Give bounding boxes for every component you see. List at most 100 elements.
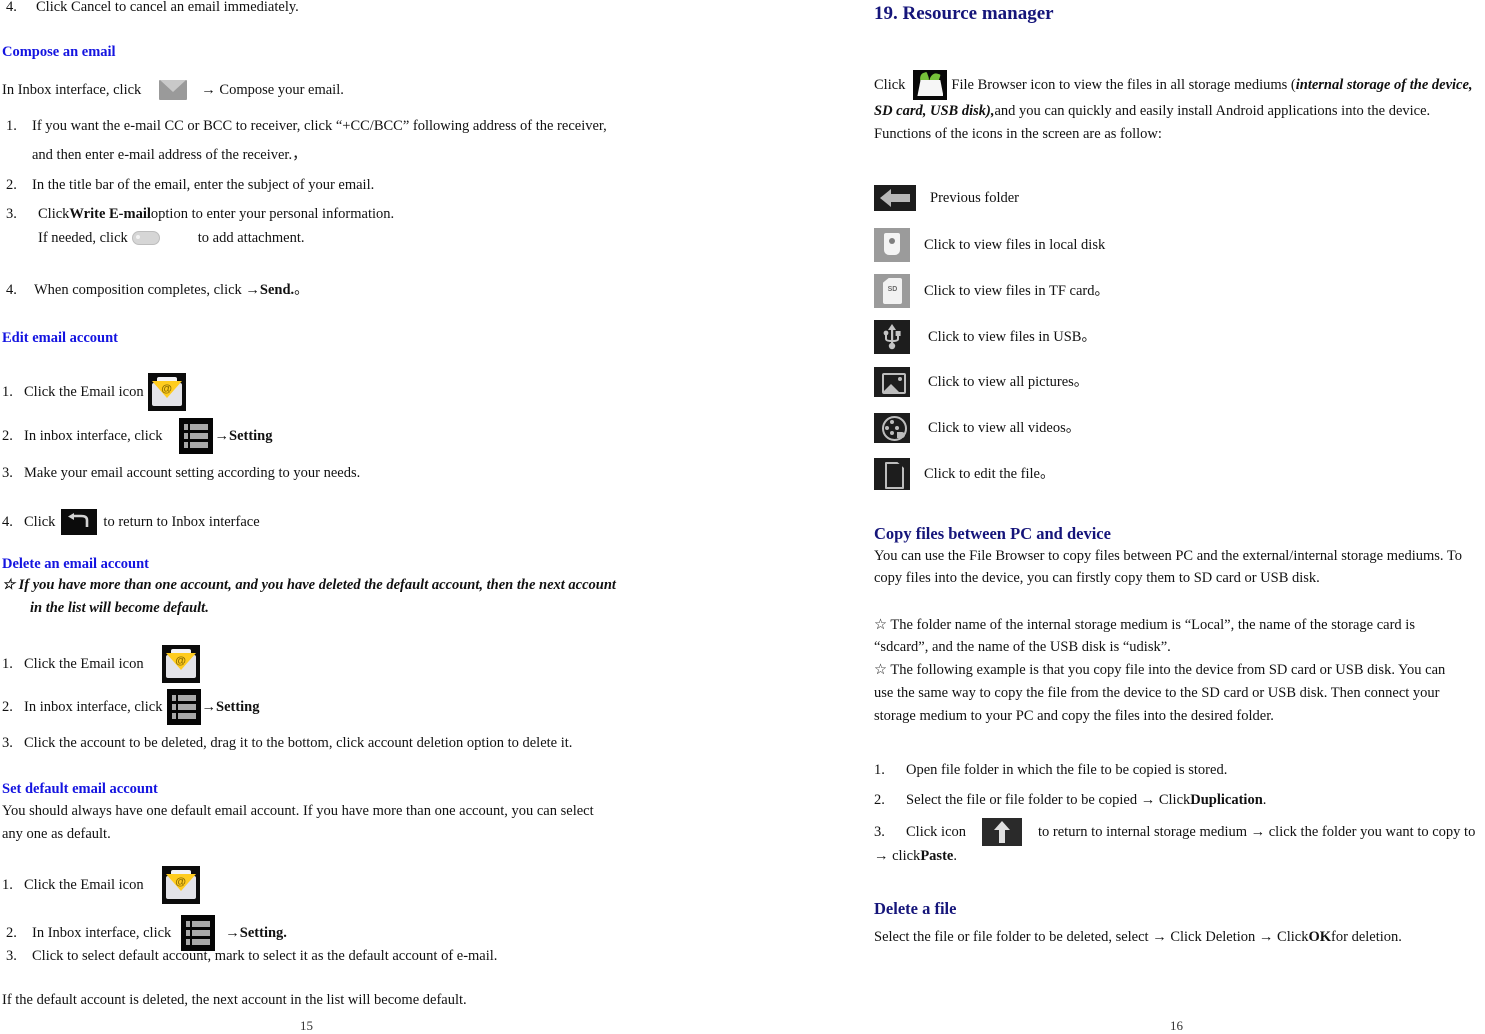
intro-line1: Click File Browser icon to view the file… xyxy=(874,70,1473,100)
paste-pre: → click xyxy=(874,848,921,864)
list-item: 1. Click the Email icon @ xyxy=(2,645,200,683)
icon-label: Click to view all pictures。 xyxy=(928,373,1089,390)
list-item: 4. When composition completes, click → S… xyxy=(6,283,309,298)
list-item: 3. Click icon to return to internal stor… xyxy=(874,818,1475,846)
list-number: 1. xyxy=(874,762,885,778)
ok-bold: OK xyxy=(1308,929,1332,945)
list-number: 3. xyxy=(2,465,13,481)
list-text: Click the Email icon xyxy=(24,383,144,400)
list-item: 3. Make your email account setting accor… xyxy=(2,466,360,481)
attachment-pre: If needed, click xyxy=(38,230,128,246)
set-default-closing: If the default account is deleted, the n… xyxy=(2,992,467,1008)
list-item: Click to edit the file。 xyxy=(874,458,1054,490)
list-number: 2. xyxy=(6,177,17,193)
list-text-pre: In Inbox interface, click xyxy=(32,924,172,941)
picture-icon xyxy=(874,367,910,397)
delete-file-para: Select the file or file folder to be del… xyxy=(874,930,1402,945)
copy-bullet1-line1: ☆ The folder name of the internal storag… xyxy=(874,617,1415,633)
email-app-icon: @ xyxy=(161,866,200,904)
list-text-post: . xyxy=(1262,792,1267,808)
list-number: 1. xyxy=(6,118,17,134)
set-default-para-line1: You should always have one default email… xyxy=(2,803,594,819)
page-number-left: 15 xyxy=(300,1018,313,1033)
list-item: 2. Select the file or file folder to be … xyxy=(874,793,1266,808)
list-item: 1. Click the Email icon @ xyxy=(2,373,186,411)
list-number: 4. xyxy=(6,282,17,298)
file-edit-icon xyxy=(874,458,910,490)
compose-intro-post: → Compose your email. xyxy=(201,81,344,98)
list-item: SD Click to view files in TF card。 xyxy=(874,274,1109,308)
list-number: 3. xyxy=(874,823,885,840)
delete-note-line1: ☆ If you have more than one account, and… xyxy=(2,577,616,593)
intro-mid: File Browser icon to view the files in a… xyxy=(951,76,1296,93)
envelope-compose-icon: + xyxy=(159,80,188,100)
list-number: 2. xyxy=(2,698,13,715)
copy-bullet2-line1: ☆ The following example is that you copy… xyxy=(874,662,1446,678)
heading-delete-a-file: Delete a file xyxy=(874,899,957,918)
email-app-icon: @ xyxy=(161,645,200,683)
list-item: 1. Open file folder in which the file to… xyxy=(874,763,1227,778)
list-text-post: 。 xyxy=(294,282,309,298)
copy-para-line1: You can use the File Browser to copy fil… xyxy=(874,548,1462,564)
menu-list-icon xyxy=(166,689,201,725)
right-page: 19. Resource manager Click File Browser … xyxy=(860,0,1485,1033)
list-item: 2. In Inbox interface, click →Setting. xyxy=(6,915,287,951)
compose-intro: In Inbox interface, click + → Compose yo… xyxy=(2,80,344,100)
menu-list-icon xyxy=(178,418,213,454)
local-disk-icon xyxy=(874,228,910,262)
list-text: Open file folder in which the file to be… xyxy=(906,762,1228,778)
setting-arrow-label: →Setting xyxy=(214,427,273,444)
list-number: 2. xyxy=(874,792,885,808)
list-item: 3. Click the account to be deleted, drag… xyxy=(2,736,572,751)
intro-post: and you can quickly and easily install A… xyxy=(994,103,1431,119)
list-text-pre: Select the file or file folder to be cop… xyxy=(906,792,1191,808)
menu-list-icon xyxy=(181,915,216,951)
copy-bullet1-line2: “sdcard”, and the name of the USB disk i… xyxy=(874,639,1171,655)
list-text-pre: Click icon xyxy=(906,823,967,840)
list-number: 4. xyxy=(2,513,13,530)
list-item: 4. Click to return to Inbox interface xyxy=(2,509,260,535)
list-text-cont: and then enter e-mail address of the rec… xyxy=(32,147,307,163)
list-text-pre: In inbox interface, click xyxy=(24,427,163,444)
list-number: 2. xyxy=(6,924,17,941)
list-number: 1. xyxy=(2,383,13,400)
back-arrow-icon xyxy=(61,509,98,535)
list-text: Click the Email icon xyxy=(24,655,144,672)
copy-para-line2: copy files into the device, you can firs… xyxy=(874,570,1320,586)
list-text: Click Cancel to cancel an email immediat… xyxy=(36,0,299,15)
list-text-post: to return to Inbox interface xyxy=(103,513,260,530)
left-page: 4. Click Cancel to cancel an email immed… xyxy=(0,0,700,1033)
attachment-icon xyxy=(131,231,160,246)
list-number: 1. xyxy=(2,876,13,893)
icon-label: Click to view files in local disk xyxy=(924,236,1106,253)
video-icon xyxy=(874,413,910,443)
heading-edit-email-account: Edit email account xyxy=(2,330,118,346)
list-text-pre: Click xyxy=(24,513,56,530)
list-number: 2. xyxy=(2,427,13,444)
list-text: Click the account to be deleted, drag it… xyxy=(24,735,573,751)
setting-arrow-label: →Setting. xyxy=(225,924,287,941)
setting-arrow-label: →Setting xyxy=(201,698,260,715)
list-text: Click the Email icon xyxy=(24,876,144,893)
copy-bullet2-line3: storage medium to your PC and copy the f… xyxy=(874,708,1274,724)
list-text-post: option to enter your personal informatio… xyxy=(150,206,395,222)
delete-file-pre: Select the file or file folder to be del… xyxy=(874,929,1309,945)
heading-set-default-email-account: Set default email account xyxy=(2,781,158,797)
file-browser-icon xyxy=(913,70,948,100)
copy-bullet2-line2: use the same way to copy the file from t… xyxy=(874,685,1440,701)
list-text: In the title bar of the email, enter the… xyxy=(32,177,375,193)
list-item: Click to view files in local disk xyxy=(874,228,1105,262)
write-email-bold: Write E-mail xyxy=(69,206,151,222)
list-text-cont: → click Paste . xyxy=(874,849,957,864)
list-item: 2. In inbox interface, click →Setting xyxy=(2,689,260,725)
sd-card-icon: SD xyxy=(874,274,910,308)
compose-intro-pre: In Inbox interface, click xyxy=(2,81,142,98)
list-text: Click to select default account, mark to… xyxy=(32,948,498,964)
intro-line2: SD card, USB disk), and you can quickly … xyxy=(874,104,1430,119)
intro-italic2: SD card, USB disk), xyxy=(874,103,995,119)
list-text-pre: In inbox interface, click xyxy=(24,698,163,715)
send-bold: Send. xyxy=(259,282,295,298)
icon-label: Click to view files in USB。 xyxy=(928,328,1096,345)
page-title: 19. Resource manager xyxy=(874,3,1054,24)
email-app-icon: @ xyxy=(147,373,186,411)
